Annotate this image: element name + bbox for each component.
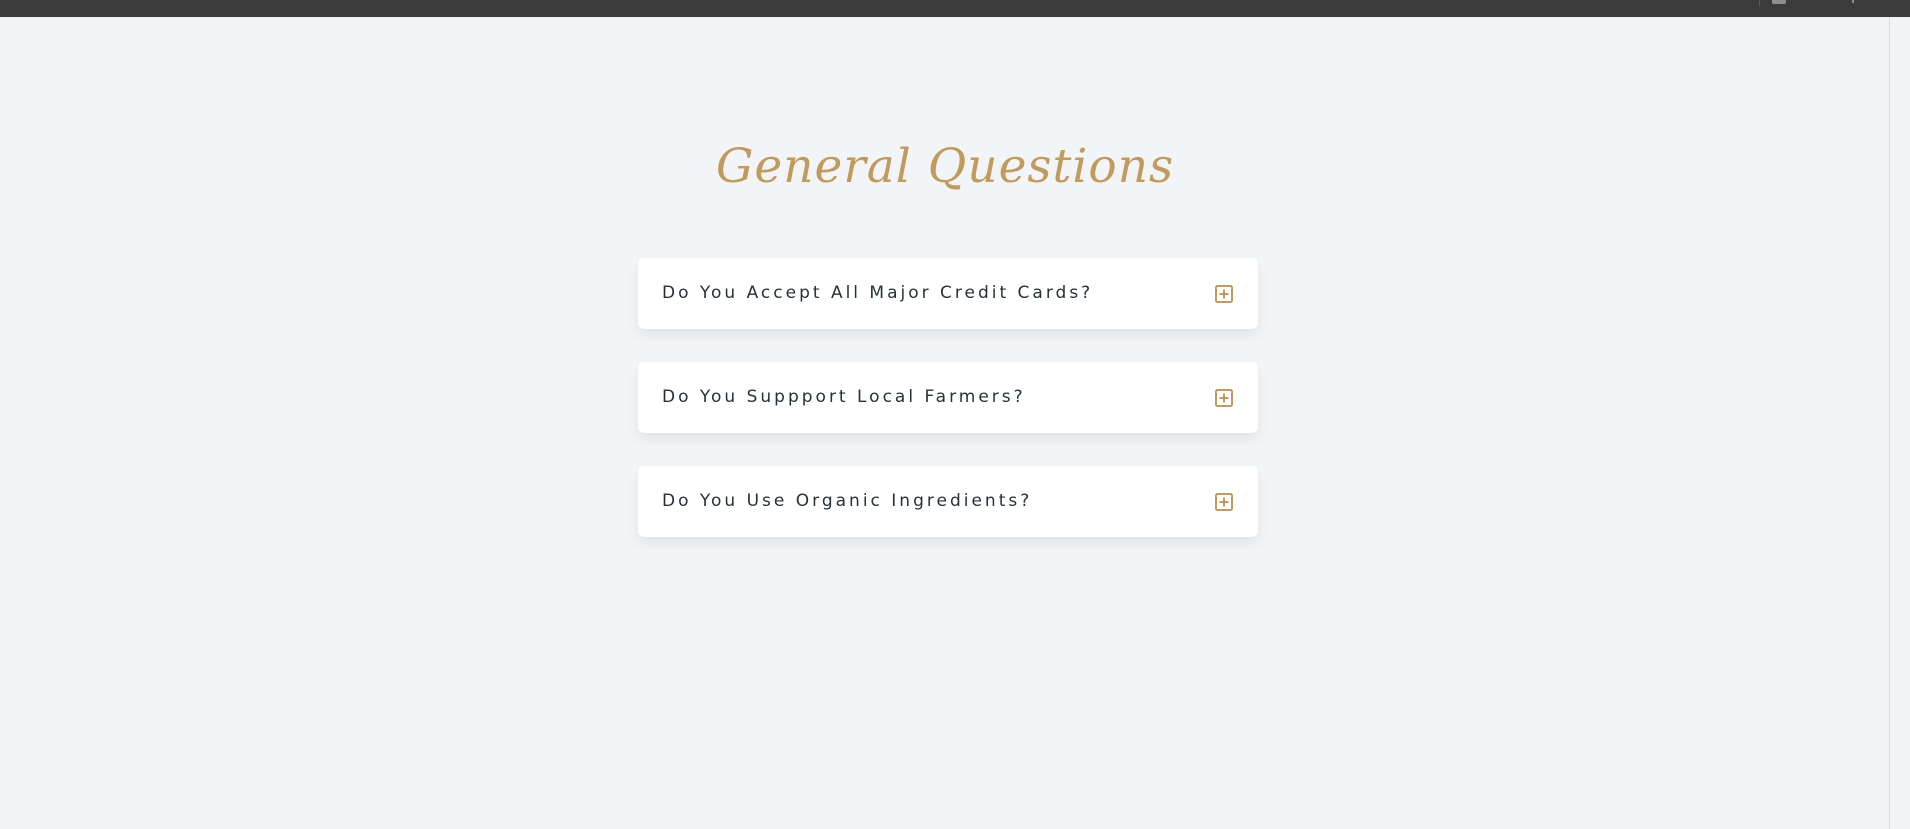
faq-question: Do You Use Organic Ingredients? <box>662 491 1033 511</box>
faq-item-local-farmers[interactable]: Do You Suppport Local Farmers? <box>638 362 1258 433</box>
menu-dot-icon[interactable] <box>1852 0 1854 3</box>
window-icon[interactable] <box>1772 0 1786 4</box>
plus-square-icon[interactable] <box>1215 493 1233 511</box>
faq-item-organic-ingredients[interactable]: Do You Use Organic Ingredients? <box>638 466 1258 537</box>
faq-question: Do You Accept All Major Credit Cards? <box>662 283 1094 303</box>
top-bar-divider <box>1759 0 1760 6</box>
faq-list: Do You Accept All Major Credit Cards? Do… <box>638 258 1258 570</box>
faq-page: General Questions Do You Accept All Majo… <box>0 17 1890 829</box>
page-title: General Questions <box>715 139 1175 194</box>
scrollbar[interactable] <box>1889 17 1910 829</box>
faq-question: Do You Suppport Local Farmers? <box>662 387 1026 407</box>
plus-square-icon[interactable] <box>1215 389 1233 407</box>
plus-square-icon[interactable] <box>1215 285 1233 303</box>
faq-item-credit-cards[interactable]: Do You Accept All Major Credit Cards? <box>638 258 1258 329</box>
browser-top-bar <box>0 0 1910 17</box>
